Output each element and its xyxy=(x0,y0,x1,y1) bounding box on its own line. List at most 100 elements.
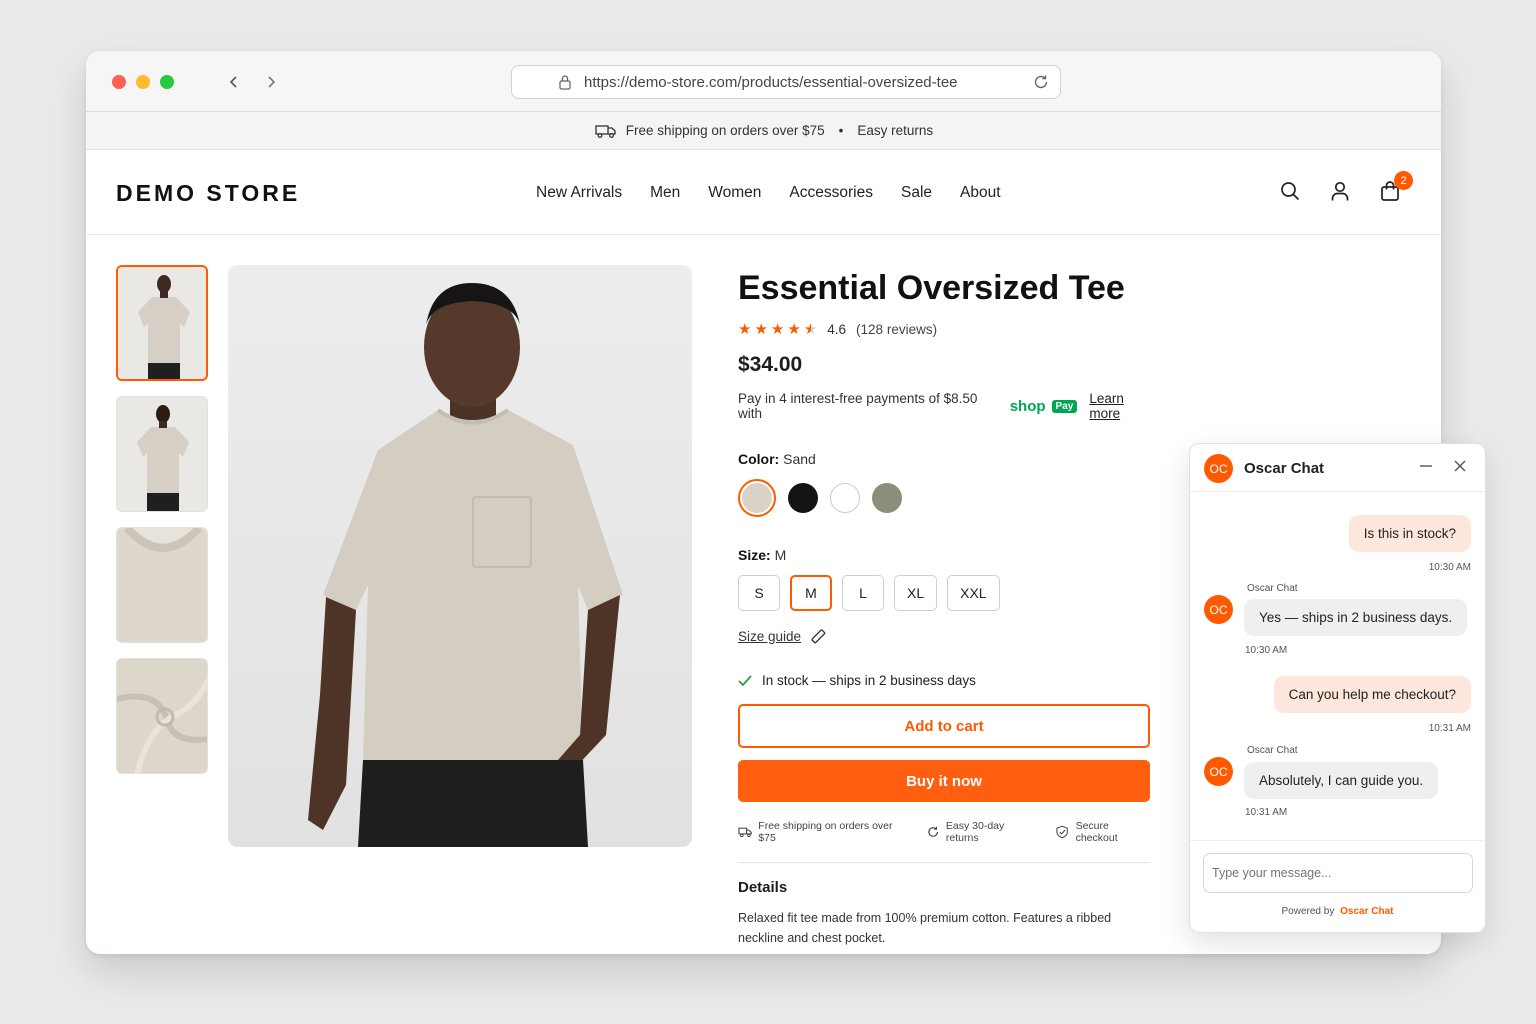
swatch-white[interactable] xyxy=(830,483,860,513)
star-icon: ★ xyxy=(754,321,768,338)
size-option-m[interactable]: M xyxy=(790,575,832,611)
size-value: M xyxy=(774,547,787,563)
perk-shipping-text: Free shipping on orders over $75 xyxy=(758,820,893,844)
nav-women[interactable]: Women xyxy=(708,184,761,202)
nav-accessories[interactable]: Accessories xyxy=(789,184,873,202)
back-icon[interactable] xyxy=(223,71,245,93)
promo-returns-text: Easy returns xyxy=(857,123,934,138)
rating-value: 4.6 xyxy=(827,322,847,337)
nav-men[interactable]: Men xyxy=(650,184,680,202)
address-bar[interactable]: https://demo-store.com/products/essentia… xyxy=(511,65,1061,99)
swatch-black[interactable] xyxy=(788,483,818,513)
size-guide-link[interactable]: Size guide xyxy=(738,627,1158,645)
buy-now-button[interactable]: Buy it now xyxy=(738,760,1150,802)
review-count[interactable]: (128 reviews) xyxy=(856,322,937,337)
thumbnail-collar-detail[interactable] xyxy=(116,527,208,643)
size-options: S M L XL XXL xyxy=(738,575,1158,611)
chat-message-input[interactable] xyxy=(1203,853,1473,893)
shield-check-icon xyxy=(1056,825,1069,839)
product-thumbnails xyxy=(116,265,208,789)
powered-by-brand[interactable]: Oscar Chat xyxy=(1340,906,1393,917)
truck-icon xyxy=(595,124,616,138)
store-logo[interactable]: DEMO STORE xyxy=(116,180,300,207)
chat-avatar: OC xyxy=(1204,454,1233,483)
lock-icon xyxy=(559,75,571,90)
chat-message-bot: Absolutely, I can guide you. xyxy=(1244,762,1439,799)
nav-new-arrivals[interactable]: New Arrivals xyxy=(536,184,622,202)
shopping-bag-icon[interactable]: 2 xyxy=(1379,171,1413,204)
url-text: https://demo-store.com/products/essentia… xyxy=(584,74,958,91)
perk-secure: Secure checkout xyxy=(1055,820,1150,844)
chat-message-time: 10:31 AM xyxy=(1428,723,1471,734)
chat-widget: OC Oscar Chat Is this in stock? 10:30 AM… xyxy=(1189,443,1486,933)
add-to-cart-button[interactable]: Add to cart xyxy=(738,704,1150,748)
size-label: Size: xyxy=(738,547,771,563)
swatch-olive[interactable] xyxy=(872,483,902,513)
half-star-icon: ★ xyxy=(803,321,818,338)
product-info: Essential Oversized Tee ★ ★ ★ ★ ★ 4.6 (1… xyxy=(738,265,1158,948)
minimize-window-button[interactable] xyxy=(136,75,150,89)
thumbnail-fabric-detail[interactable] xyxy=(116,658,208,774)
reload-icon[interactable] xyxy=(1032,73,1050,91)
size-option-xxl[interactable]: XXL xyxy=(947,575,1000,611)
stock-status: In stock — ships in 2 business days xyxy=(738,673,1158,688)
size-label-row: Size: M xyxy=(738,547,1158,563)
chat-message-sender: Oscar Chat xyxy=(1247,583,1298,594)
color-label: Color: xyxy=(738,451,780,467)
cart-count-badge: 2 xyxy=(1394,171,1413,190)
chat-title: Oscar Chat xyxy=(1244,460,1325,477)
chat-footer: Powered by Oscar Chat xyxy=(1190,840,1485,932)
perk-returns: Easy 30-day returns xyxy=(926,820,1036,844)
perks-row: Free shipping on orders over $75 Easy 30… xyxy=(738,820,1150,863)
bot-avatar: OC xyxy=(1204,757,1233,786)
product-rating[interactable]: ★ ★ ★ ★ ★ 4.6 (128 reviews) xyxy=(738,322,1158,337)
powered-by-text: Powered by xyxy=(1281,906,1335,917)
ruler-icon xyxy=(811,629,826,644)
installments-row: Pay in 4 interest-free payments of $8.50… xyxy=(738,391,1158,421)
forward-icon[interactable] xyxy=(260,71,282,93)
user-icon[interactable] xyxy=(1329,180,1351,204)
swatch-sand[interactable] xyxy=(738,479,776,517)
promo-separator: • xyxy=(838,123,844,138)
chat-message-time: 10:30 AM xyxy=(1428,562,1471,573)
color-swatches xyxy=(738,479,1158,517)
promo-shipping-text: Free shipping on orders over $75 xyxy=(625,123,825,138)
browser-toolbar: https://demo-store.com/products/essentia… xyxy=(86,51,1441,112)
check-icon xyxy=(738,674,752,686)
star-icon: ★ xyxy=(787,321,801,338)
close-icon[interactable] xyxy=(1451,457,1469,475)
thumbnail-back[interactable] xyxy=(116,396,208,512)
minimize-icon[interactable] xyxy=(1417,457,1435,475)
search-icon[interactable] xyxy=(1279,180,1301,204)
window-controls xyxy=(112,75,174,89)
bot-avatar: OC xyxy=(1204,595,1233,624)
product-main-image[interactable] xyxy=(228,265,692,847)
truck-icon xyxy=(738,827,752,838)
details-text: Relaxed fit tee made from 100% premium c… xyxy=(738,911,1112,945)
product-title: Essential Oversized Tee xyxy=(738,269,1125,307)
perk-secure-text: Secure checkout xyxy=(1075,820,1118,844)
size-option-xl[interactable]: XL xyxy=(894,575,938,611)
header-actions: 2 xyxy=(1279,171,1413,204)
nav-sale[interactable]: Sale xyxy=(901,184,932,202)
learn-more-link[interactable]: Learn more xyxy=(1089,391,1158,421)
store-header: DEMO STORE New Arrivals Men Women Access… xyxy=(86,150,1441,235)
installments-text: Pay in 4 interest-free payments of $8.50… xyxy=(738,391,978,421)
perk-returns-text: Easy 30-day returns xyxy=(945,820,1005,844)
main-nav: New Arrivals Men Women Accessories Sale … xyxy=(536,184,1029,202)
chat-message-user: Is this in stock? xyxy=(1348,515,1471,552)
color-value: Sand xyxy=(783,451,816,467)
close-window-button[interactable] xyxy=(112,75,126,89)
thumbnail-front[interactable] xyxy=(116,265,208,381)
maximize-window-button[interactable] xyxy=(160,75,174,89)
perk-shipping: Free shipping on orders over $75 xyxy=(738,820,906,844)
size-option-s[interactable]: S xyxy=(738,575,780,611)
chat-message-sender: Oscar Chat xyxy=(1247,745,1298,756)
chat-header: OC Oscar Chat xyxy=(1190,444,1485,492)
promo-bar: Free shipping on orders over $75 • Easy … xyxy=(86,112,1441,150)
star-icon: ★ xyxy=(738,321,752,338)
chat-message-user: Can you help me checkout? xyxy=(1273,676,1471,713)
size-guide-text[interactable]: Size guide xyxy=(738,629,801,644)
size-option-l[interactable]: L xyxy=(842,575,884,611)
nav-about[interactable]: About xyxy=(960,184,1001,202)
